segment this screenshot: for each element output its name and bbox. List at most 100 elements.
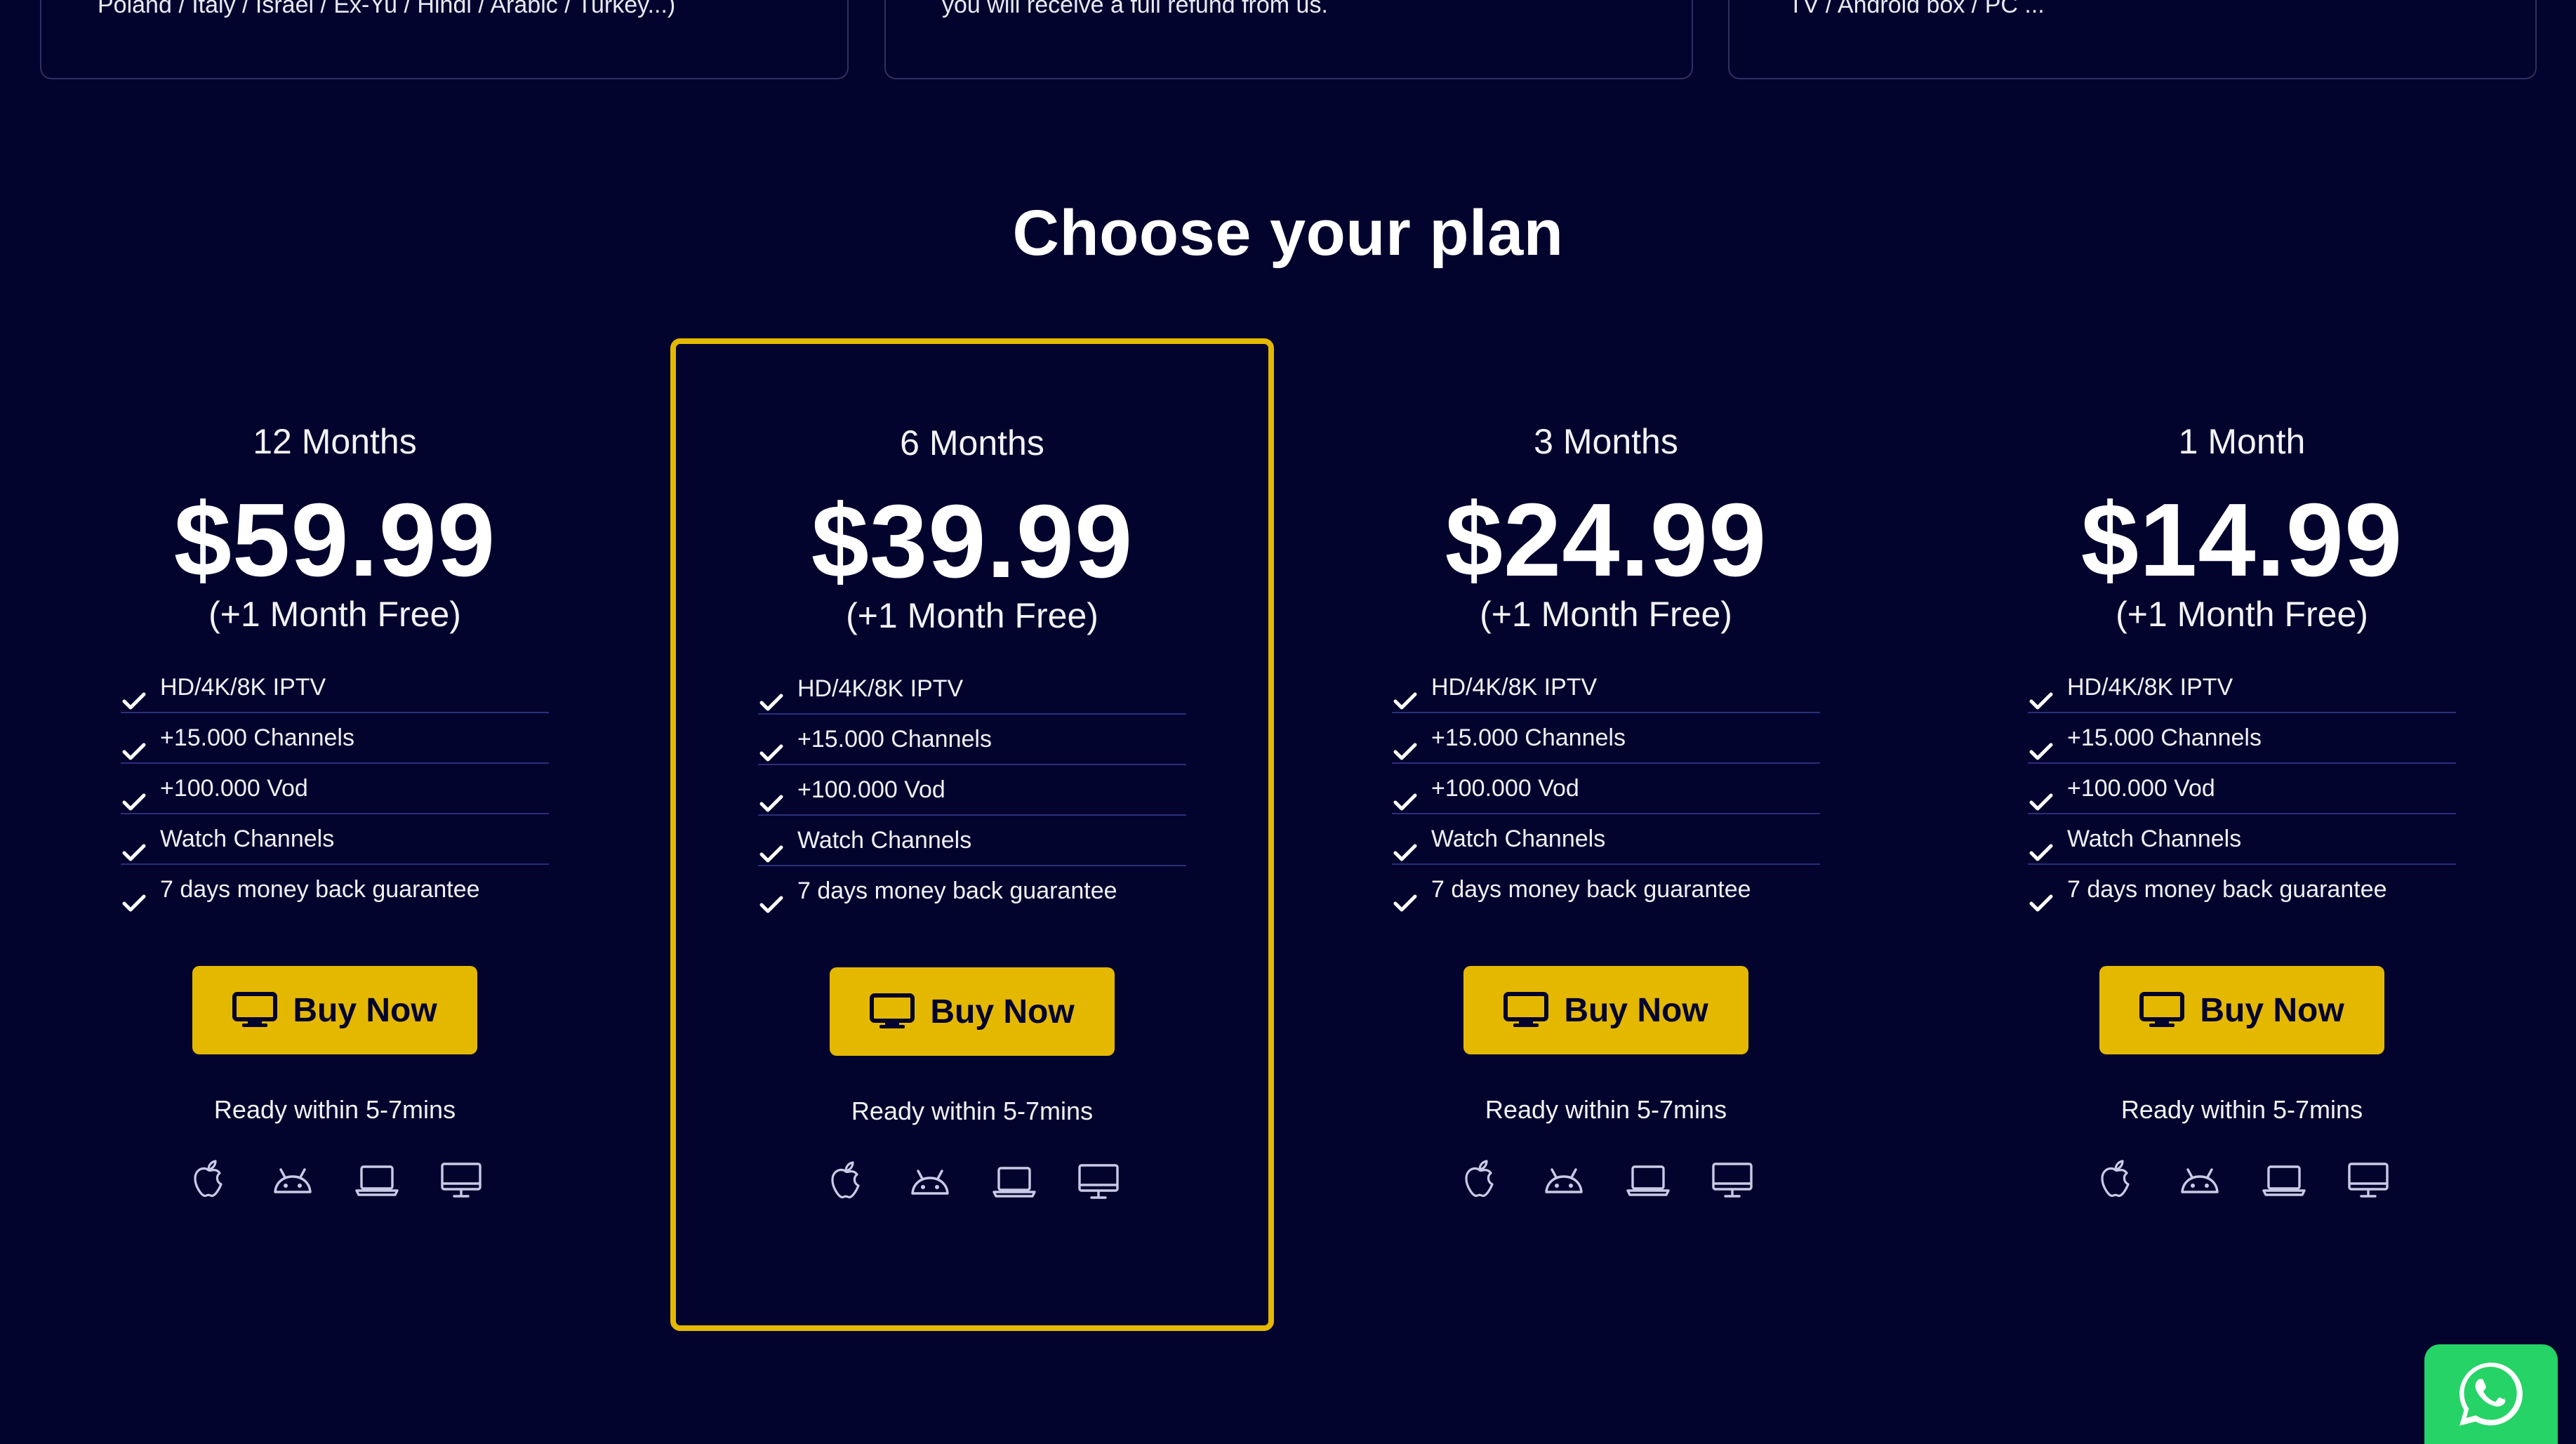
apple-icon <box>184 1155 233 1205</box>
check-icon <box>759 680 783 711</box>
plan-price: $59.99 <box>173 482 496 598</box>
feature-label: +100.000 Vod <box>1431 775 1579 802</box>
feature-list: HD/4K/8K IPTV +15.000 Channels +100.000 Vo… <box>2028 663 2456 914</box>
monitor-icon <box>1503 992 1549 1028</box>
buy-now-label: Buy Now <box>1564 991 1708 1029</box>
feature-item: HD/4K/8K IPTV <box>1392 663 1820 713</box>
plan-content: 3 Months $24.99 (+1 Month Free) HD/4K/8K IP… <box>1304 421 1908 1205</box>
plan-price: $24.99 <box>1445 482 1767 598</box>
plan-card-6-months: 6 Months $39.99 (+1 Month Free) HD/4K/8K IP… <box>670 338 1274 1331</box>
check-icon <box>759 882 783 913</box>
check-icon <box>2029 880 2053 912</box>
feature-item: HD/4K/8K IPTV <box>121 663 549 713</box>
feature-label: Watch Channels <box>160 826 335 852</box>
feature-label: 7 days money back guarantee <box>160 876 480 903</box>
buy-now-button[interactable]: Buy Now <box>1463 966 1748 1054</box>
plan-price: $14.99 <box>2080 482 2403 598</box>
buy-now-label: Buy Now <box>930 993 1075 1031</box>
check-icon <box>759 781 783 812</box>
plan-duration: 1 Month <box>2178 422 2306 461</box>
ready-time-text: Ready within 5-7mins <box>1485 1095 1727 1124</box>
feature-label: +100.000 Vod <box>2067 775 2215 802</box>
feature-item: +100.000 Vod <box>2028 764 2456 814</box>
monitor-icon <box>2139 992 2185 1028</box>
ready-time-text: Ready within 5-7mins <box>213 1095 456 1124</box>
plan-content: 12 Months $59.99 (+1 Month Free) HD/4K/8K I… <box>33 421 637 1205</box>
buy-now-button[interactable]: Buy Now <box>830 967 1115 1056</box>
feature-list: HD/4K/8K IPTV +15.000 Channels +100.000 Vo… <box>1392 663 1820 914</box>
feature-label: Watch Channels <box>797 827 972 854</box>
feature-item: +100.000 Vod <box>121 764 549 814</box>
feature-label: 7 days money back guarantee <box>1431 876 1751 903</box>
supported-devices <box>676 1157 1268 1206</box>
feature-item: Watch Channels <box>758 816 1186 866</box>
laptop-icon <box>1624 1155 1673 1205</box>
ready-time-text: Ready within 5-7mins <box>851 1097 1094 1125</box>
apple-icon <box>821 1157 870 1206</box>
plan-content: 1 Month $14.99 (+1 Month Free) HD/4K/8K IPT… <box>1940 421 2544 1205</box>
desktop-icon <box>1708 1155 1757 1205</box>
check-icon <box>2029 678 2053 710</box>
whatsapp-icon <box>2459 1363 2523 1426</box>
monitor-icon <box>232 992 278 1028</box>
check-icon <box>122 779 146 811</box>
feature-item: Watch Channels <box>1392 814 1820 865</box>
feature-card-devices: TV / Android box / PC ... <box>1728 0 2537 79</box>
check-icon <box>1393 830 1417 861</box>
plan-bonus: (+1 Month Free) <box>1480 595 1732 634</box>
feature-label: 7 days money back guarantee <box>2067 876 2387 903</box>
desktop-icon <box>2344 1155 2393 1205</box>
android-icon <box>268 1155 317 1205</box>
section-title: Choose your plan <box>1012 197 1564 269</box>
plan-bonus: (+1 Month Free) <box>208 595 461 634</box>
plan-card-12-months: 12 Months $59.99 (+1 Month Free) HD/4K/8K I… <box>33 344 637 1327</box>
feature-item: +15.000 Channels <box>1392 713 1820 764</box>
feature-label: +15.000 Channels <box>797 726 992 753</box>
plan-duration: 3 Months <box>1534 422 1678 461</box>
buy-now-label: Buy Now <box>2200 991 2344 1029</box>
feature-label: +100.000 Vod <box>160 775 308 802</box>
feature-item: +15.000 Channels <box>2028 713 2456 764</box>
plan-duration: 12 Months <box>253 422 417 461</box>
buy-now-button[interactable]: Buy Now <box>2099 966 2384 1054</box>
feature-label: +15.000 Channels <box>1431 724 1626 751</box>
feature-item: 7 days money back guarantee <box>1392 865 1820 914</box>
feature-item: 7 days money back guarantee <box>121 865 549 914</box>
feature-item: +100.000 Vod <box>758 765 1186 816</box>
check-icon <box>1393 779 1417 811</box>
feature-list: HD/4K/8K IPTV +15.000 Channels +100.000 Vo… <box>758 664 1186 915</box>
android-icon <box>905 1157 955 1206</box>
feature-item: +15.000 Channels <box>758 715 1186 765</box>
feature-label: +15.000 Channels <box>2067 724 2262 751</box>
apple-icon <box>2091 1155 2140 1205</box>
buy-now-label: Buy Now <box>293 991 437 1029</box>
monitor-icon <box>870 993 915 1030</box>
feature-label: Watch Channels <box>1431 826 1606 852</box>
laptop-icon <box>2259 1155 2309 1205</box>
supported-devices <box>33 1155 637 1205</box>
feature-item: Watch Channels <box>121 814 549 865</box>
desktop-icon <box>1074 1157 1123 1206</box>
plan-price: $39.99 <box>811 484 1134 600</box>
whatsapp-button[interactable] <box>2424 1344 2558 1444</box>
feature-card-text: you will receive a full refund from us. <box>942 0 1328 18</box>
check-icon <box>759 730 783 762</box>
ready-time-text: Ready within 5-7mins <box>2120 1095 2363 1124</box>
buy-now-button[interactable]: Buy Now <box>192 966 477 1054</box>
feature-item: Watch Channels <box>2028 814 2456 865</box>
feature-item: HD/4K/8K IPTV <box>2028 663 2456 713</box>
check-icon <box>1393 880 1417 912</box>
check-icon <box>122 729 146 760</box>
plan-bonus: (+1 Month Free) <box>846 596 1098 635</box>
feature-item: HD/4K/8K IPTV <box>758 664 1186 715</box>
feature-list: HD/4K/8K IPTV +15.000 Channels +100.000 Vo… <box>121 663 549 914</box>
supported-devices <box>1940 1155 2544 1205</box>
feature-item: +100.000 Vod <box>1392 764 1820 814</box>
feature-card-languages: Poland / Italy / Israel / Ex-Yu / Hindi … <box>40 0 849 79</box>
feature-item: +15.000 Channels <box>121 713 549 764</box>
check-icon <box>122 678 146 710</box>
check-icon <box>1393 678 1417 710</box>
feature-label: HD/4K/8K IPTV <box>797 675 964 702</box>
check-icon <box>2029 830 2053 861</box>
feature-label: 7 days money back guarantee <box>797 877 1117 904</box>
